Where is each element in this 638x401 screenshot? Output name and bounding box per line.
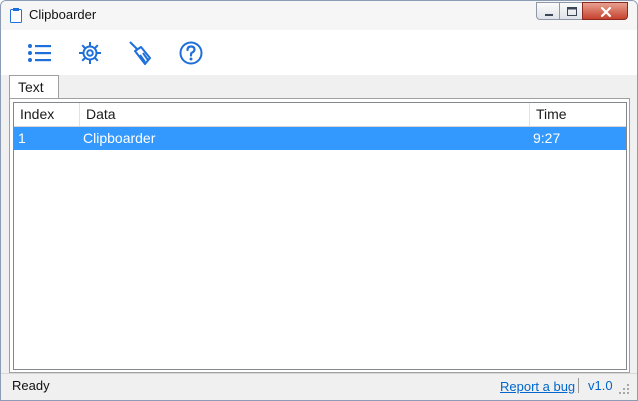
row-data-cell: Clipboarder (83, 130, 156, 146)
clear-button[interactable] (125, 38, 155, 68)
history-list-button[interactable] (25, 38, 55, 68)
status-bar: Ready Report a bug v1.0 (1, 373, 637, 400)
clipboard-history-list[interactable]: Index Data Time 1 Clipboarder 9:27 (13, 102, 627, 370)
list-icon (28, 44, 51, 62)
help-button[interactable] (176, 38, 206, 68)
close-icon (600, 6, 612, 18)
toolbar (1, 30, 637, 75)
resize-grip-icon[interactable] (618, 383, 630, 395)
status-separator (578, 378, 579, 393)
minimize-icon (545, 14, 553, 16)
title-bar[interactable]: Clipboarder (1, 1, 637, 30)
maximize-icon (567, 7, 577, 16)
column-header-data[interactable]: Data (80, 103, 530, 126)
help-icon (179, 41, 203, 65)
list-header: Index Data Time (14, 103, 626, 127)
tab-text[interactable]: Text (9, 75, 59, 99)
row-index-cell: 1 (18, 130, 26, 146)
settings-button[interactable] (75, 38, 105, 68)
row-time-cell: 9:27 (533, 130, 561, 146)
column-header-time[interactable]: Time (530, 103, 626, 126)
maximize-button[interactable] (559, 2, 583, 20)
app-window: Clipboarder Text Index Data Time 1 Clipb… (0, 0, 638, 401)
tab-panel: Index Data Time 1 Clipboarder 9:27 (9, 98, 630, 373)
close-button[interactable] (582, 2, 628, 20)
gear-icon (79, 42, 101, 64)
status-text: Ready (12, 378, 50, 393)
table-row[interactable]: 1 Clipboarder 9:27 (14, 127, 626, 150)
clipboard-app-icon (10, 8, 22, 23)
window-title: Clipboarder (29, 7, 97, 22)
tab-strip: Text (1, 75, 637, 99)
minimize-button[interactable] (536, 2, 560, 20)
report-bug-link[interactable]: Report a bug (500, 379, 575, 394)
column-header-index[interactable]: Index (14, 103, 80, 126)
version-label: v1.0 (588, 378, 613, 393)
broom-icon (129, 41, 151, 65)
